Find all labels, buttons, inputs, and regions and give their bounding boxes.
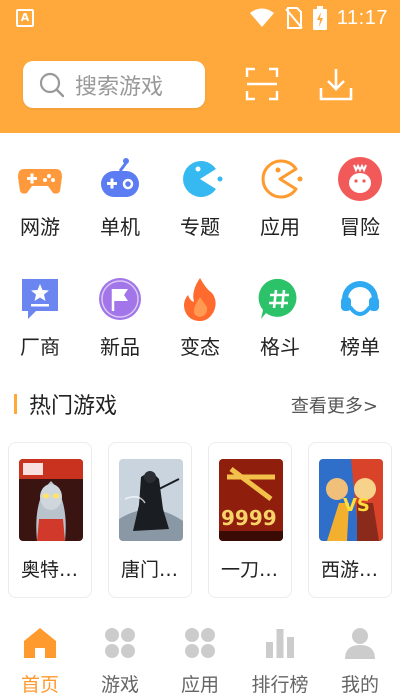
bottom-nav: 首页 游戏 应用 排行榜 我的 [0, 618, 400, 700]
section-accent-bar [14, 394, 17, 414]
no-sim-icon [285, 7, 303, 29]
svg-text:9999: 9999 [221, 506, 277, 530]
category-danji[interactable]: 单机 [80, 150, 160, 250]
apps-icon [185, 628, 215, 658]
star-badge-icon [22, 279, 58, 319]
nav-label: 排行榜 [251, 674, 309, 696]
app-notification-icon: A [16, 9, 34, 27]
scan-icon[interactable] [244, 66, 280, 102]
tangmen-thumb [119, 459, 183, 541]
hot-games-title: 热门游戏 [29, 394, 118, 419]
category-label: 新品 [100, 335, 140, 359]
category-label: 应用 [260, 215, 300, 239]
game-card-yidao[interactable]: 9999 一刀… [208, 442, 292, 598]
svg-text:VS: VS [343, 495, 370, 516]
wifi-icon [249, 8, 274, 27]
game-name: 一刀… [221, 559, 279, 581]
category-zhuanti[interactable]: 专题 [160, 150, 240, 250]
game-name: 西游… [321, 559, 379, 581]
controller-icon [101, 158, 139, 197]
nav-home[interactable]: 首页 [0, 618, 80, 700]
flag-icon [99, 278, 141, 320]
search-icon [39, 72, 65, 97]
category-label: 变态 [180, 335, 220, 359]
battery-charging-icon [312, 6, 327, 30]
nav-mine[interactable]: 我的 [320, 618, 400, 700]
clock: 11:17 [336, 6, 388, 29]
category-wangyou[interactable]: 网游 [0, 150, 80, 250]
bar-chart-icon [266, 629, 294, 658]
nav-label: 应用 [180, 674, 219, 696]
category-label: 专题 [180, 215, 220, 239]
category-changshang[interactable]: 厂商 [0, 270, 80, 370]
game-name: 唐门… [121, 559, 179, 581]
nav-label: 首页 [20, 674, 59, 696]
game-card-tangmen[interactable]: 唐门… [108, 442, 192, 598]
hash-chat-icon [258, 278, 297, 319]
nav-apps[interactable]: 应用 [160, 618, 240, 700]
ultraman-thumb [19, 459, 83, 541]
category-biantai[interactable]: 变态 [160, 270, 240, 370]
gamepad-icon [18, 169, 62, 194]
nav-label: 游戏 [100, 674, 139, 696]
category-label: 格斗 [260, 335, 300, 359]
status-icons: 11:17 [249, 6, 388, 30]
pacman-outline-icon [261, 159, 303, 199]
nav-label: 我的 [340, 674, 379, 696]
user-icon [345, 628, 375, 659]
category-xinpin[interactable]: 新品 [80, 270, 160, 370]
pacman-icon [183, 161, 223, 197]
search-input[interactable]: 搜索游戏 [23, 61, 205, 108]
headset-icon [341, 281, 379, 316]
grid-icon [105, 628, 135, 658]
yidao-thumb: 9999 [219, 459, 283, 541]
face-icon [338, 157, 382, 201]
game-card-xiyou[interactable]: VS 西游… [308, 442, 392, 598]
category-yingyong[interactable]: 应用 [240, 150, 320, 250]
header: A 11:17 搜索游戏 [0, 0, 400, 133]
category-bangdan[interactable]: 榜单 [320, 270, 400, 370]
category-label: 单机 [100, 215, 140, 239]
category-label: 冒险 [340, 215, 380, 239]
nav-ranking[interactable]: 排行榜 [240, 618, 320, 700]
flame-icon [184, 278, 216, 321]
nav-games[interactable]: 游戏 [80, 618, 160, 700]
game-name: 奥特… [21, 559, 79, 581]
xiyou-thumb: VS [319, 459, 383, 541]
category-maoxian[interactable]: 冒险 [320, 150, 400, 250]
category-label: 厂商 [20, 335, 60, 359]
home-icon [24, 628, 56, 658]
status-bar: A 11:17 [0, 0, 400, 36]
download-icon[interactable] [318, 66, 354, 102]
see-more-link[interactable]: 查看更多> [291, 392, 378, 418]
search-placeholder: 搜索游戏 [75, 74, 164, 100]
game-card-aote[interactable]: 奥特… [8, 442, 92, 598]
hot-games-header: 热门游戏 [14, 388, 117, 420]
category-label: 榜单 [340, 335, 380, 359]
category-gedou[interactable]: 格斗 [240, 270, 320, 370]
category-label: 网游 [20, 215, 60, 239]
